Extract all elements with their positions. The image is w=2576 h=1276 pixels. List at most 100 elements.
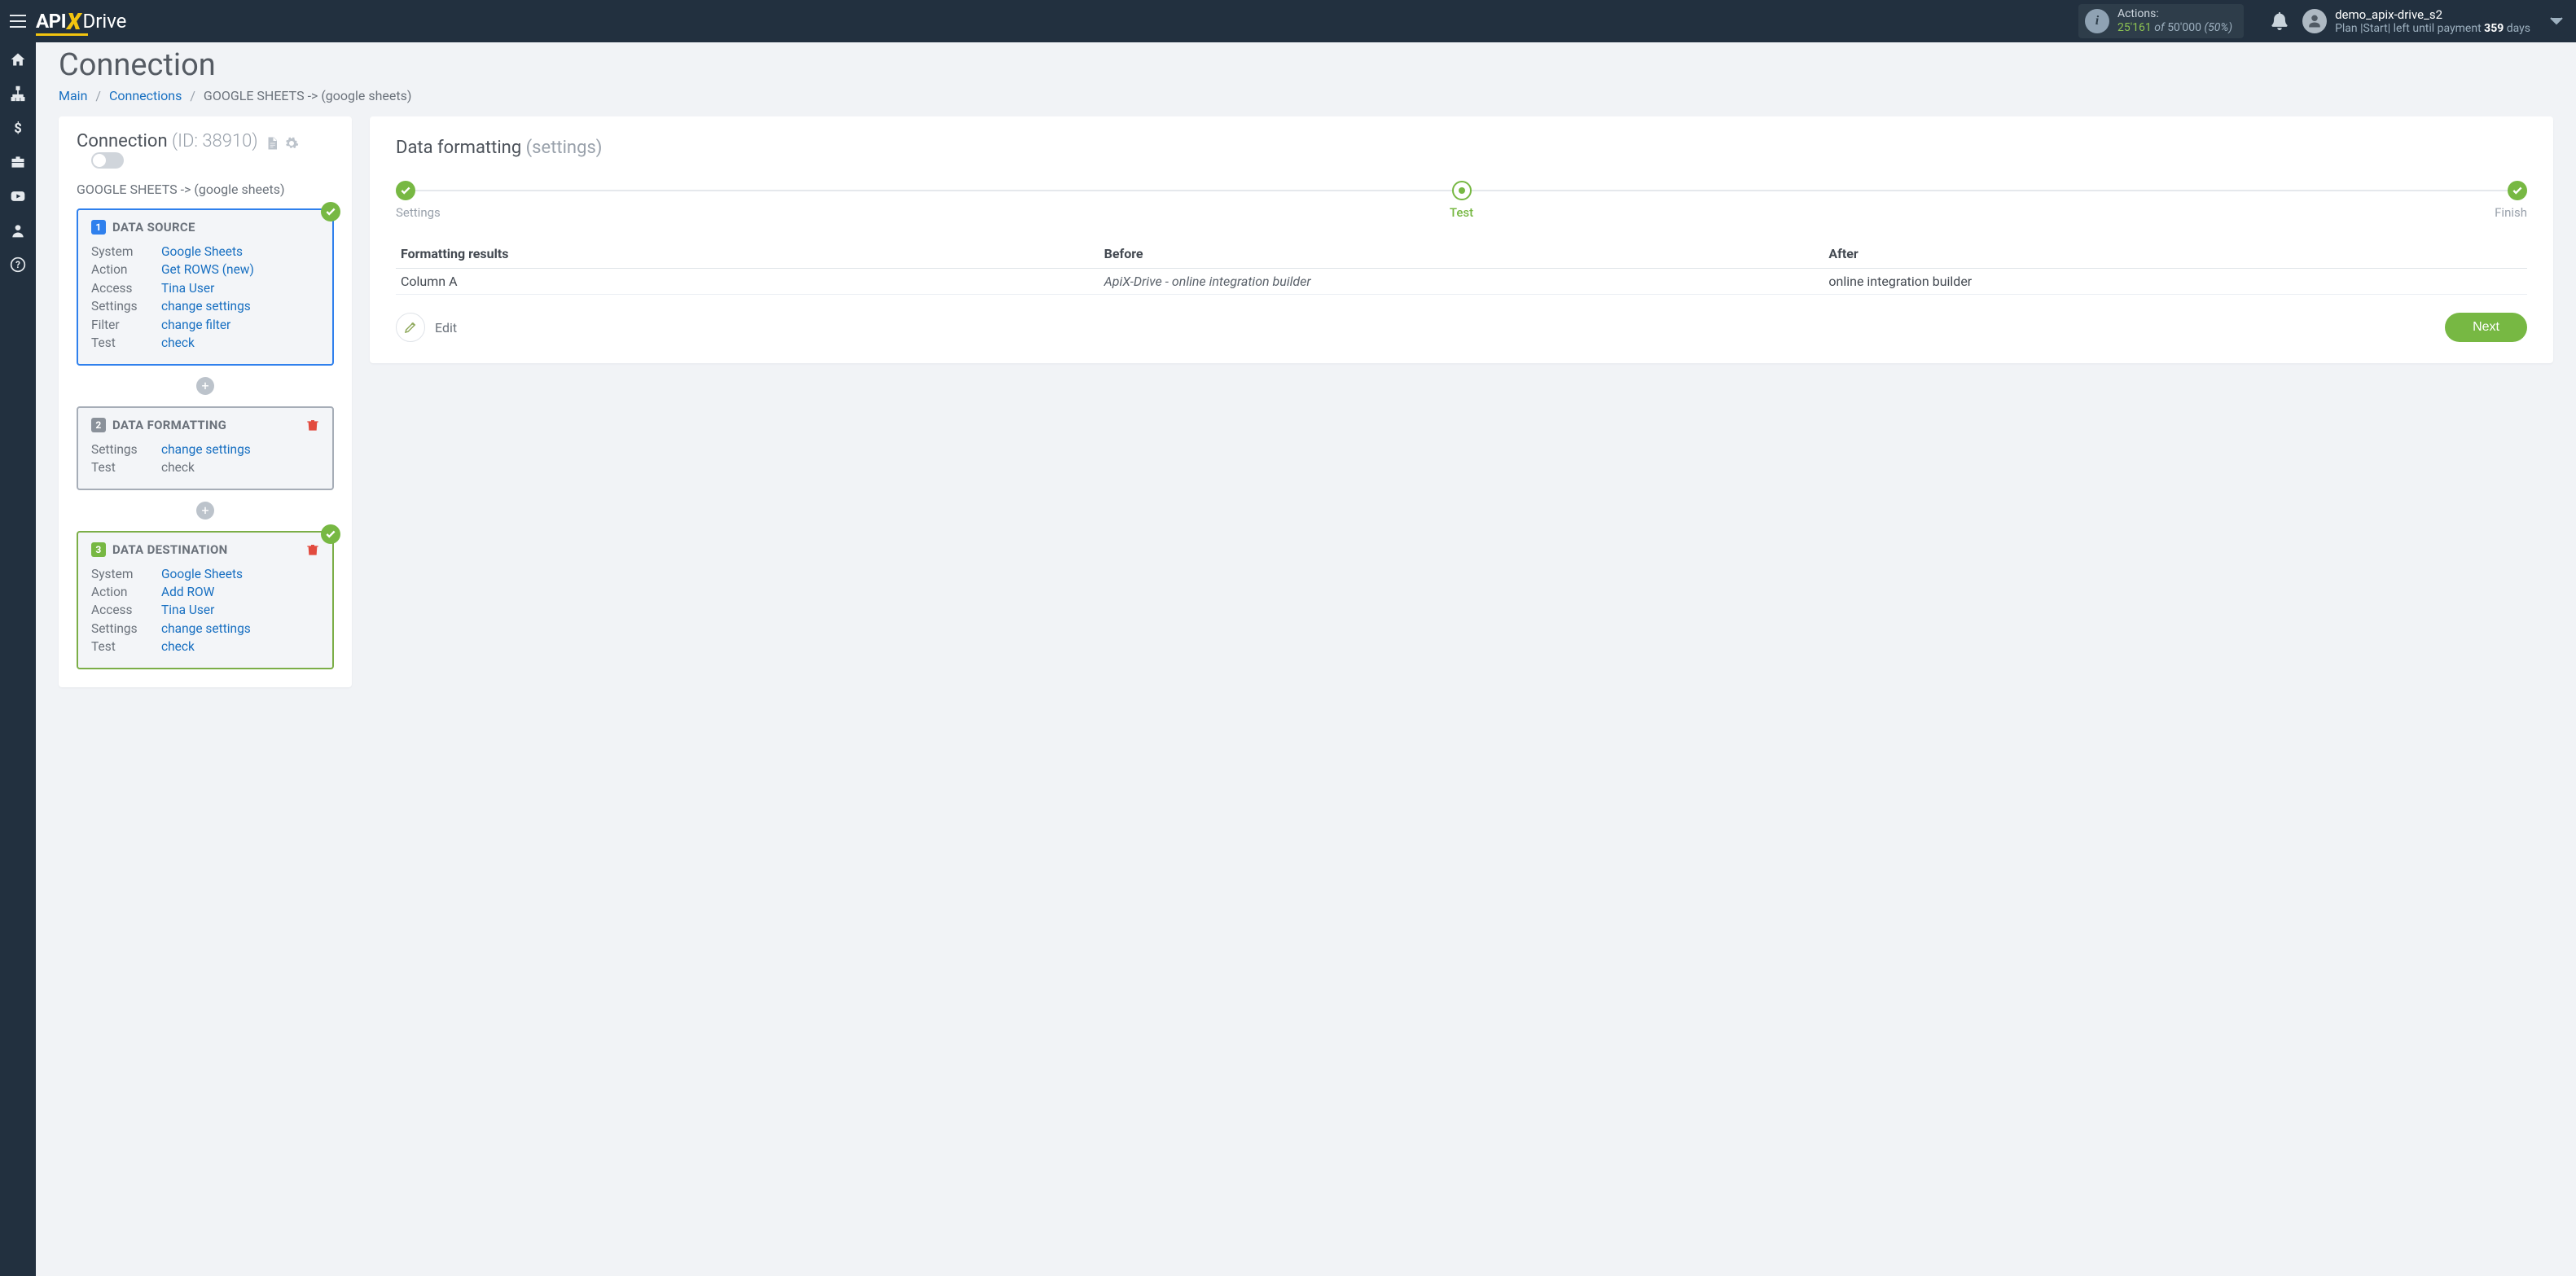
nav-help[interactable]: ? [0, 248, 36, 282]
dest-access[interactable]: Tina User [161, 601, 214, 619]
cell-after: online integration builder [1823, 269, 2527, 295]
edit-button[interactable] [396, 313, 425, 342]
topbar: API X Drive i Actions: 25'161 of 50'000 … [0, 0, 2576, 42]
check-icon [2508, 181, 2527, 200]
col-results: Formatting results [396, 239, 1099, 269]
connection-subtitle: GOOGLE SHEETS -> (google sheets) [77, 182, 334, 197]
dest-test-link[interactable]: check [161, 638, 195, 656]
question-icon: ? [10, 257, 26, 273]
source-settings-link[interactable]: change settings [161, 297, 251, 315]
logo-x: X [67, 8, 81, 35]
step-formatting-title: DATA FORMATTING [112, 418, 226, 432]
trash-icon [306, 418, 319, 432]
stepper-finish[interactable]: Finish [2462, 181, 2527, 220]
source-filter-link[interactable]: change filter [161, 316, 230, 334]
gear-icon[interactable] [284, 136, 299, 151]
document-icon[interactable] [265, 136, 279, 151]
nav-workspace[interactable] [0, 145, 36, 179]
delete-destination-button[interactable] [306, 542, 319, 557]
nav-connections[interactable] [0, 77, 36, 111]
nav-billing[interactable]: $ [0, 111, 36, 145]
step-source-title: DATA SOURCE [112, 220, 195, 235]
step-data-source[interactable]: 1DATA SOURCE SystemGoogle Sheets ActionG… [77, 208, 334, 366]
edit-label: Edit [435, 320, 457, 335]
connection-toggle[interactable] [91, 152, 124, 169]
source-system[interactable]: Google Sheets [161, 243, 243, 261]
check-icon [321, 202, 340, 221]
hamburger-icon [10, 15, 26, 28]
briefcase-icon [10, 154, 26, 170]
breadcrumb-connections[interactable]: Connections [109, 88, 182, 103]
youtube-icon [10, 188, 26, 204]
formatting-settings-link[interactable]: change settings [161, 441, 251, 458]
breadcrumb-main[interactable]: Main [59, 88, 87, 103]
logo[interactable]: API X Drive [36, 0, 126, 42]
sidenav: $ ? [0, 42, 36, 1276]
dollar-icon: $ [10, 120, 26, 136]
col-before: Before [1099, 239, 1824, 269]
user-caret[interactable] [2550, 17, 2563, 25]
avatar-icon [2302, 9, 2327, 33]
user-plan: Plan |Start| left until payment 359 days [2335, 22, 2530, 36]
trash-icon [306, 542, 319, 557]
stepper: Settings Test Finish [396, 181, 2527, 218]
actions-used: 25'161 [2117, 21, 2152, 34]
actions-label: Actions: [2117, 7, 2232, 21]
user-name: demo_apix-drive_s2 [2335, 7, 2530, 22]
menu-toggle[interactable] [0, 0, 36, 42]
breadcrumb-current: GOOGLE SHEETS -> (google sheets) [204, 88, 412, 103]
connection-id: (ID: 38910) [172, 131, 257, 151]
dest-system[interactable]: Google Sheets [161, 565, 243, 583]
cell-column: Column A [396, 269, 1099, 295]
chevron-down-icon [2550, 17, 2563, 25]
check-icon [396, 181, 415, 200]
user-menu[interactable]: demo_apix-drive_s2 Plan |Start| left unt… [2302, 7, 2530, 36]
current-step-icon [1452, 181, 1472, 200]
logo-drive: Drive [82, 10, 126, 33]
cell-before: ApiX-Drive - online integration builder [1099, 269, 1824, 295]
nav-profile[interactable] [0, 213, 36, 248]
source-access[interactable]: Tina User [161, 279, 214, 297]
page-title: Connection [59, 47, 2553, 83]
actions-of: of [2154, 21, 2164, 34]
panel-header: Data formatting (settings) [396, 138, 2527, 158]
panel-title: Data formatting [396, 138, 526, 158]
formatting-panel: Data formatting (settings) Settings Test [370, 116, 2553, 363]
connection-header: Connection (ID: 38910) [77, 131, 334, 169]
dest-action[interactable]: Add ROW [161, 583, 214, 601]
panel-subtitle: (settings) [526, 138, 603, 158]
source-action[interactable]: Get ROWS (new) [161, 261, 254, 278]
nav-video[interactable] [0, 179, 36, 213]
info-icon: i [2085, 9, 2109, 33]
actions-pct: (50%) [2204, 21, 2232, 34]
step-destination-title: DATA DESTINATION [112, 542, 228, 557]
add-step-button-2[interactable]: + [196, 502, 214, 520]
stepper-test[interactable]: Test [1429, 181, 1494, 220]
check-icon [321, 524, 340, 544]
logo-underline [36, 33, 88, 36]
logo-api: API [36, 10, 66, 33]
bell-icon [2271, 12, 2288, 30]
connection-card: Connection (ID: 38910) GOOGLE SHEETS -> … [59, 116, 352, 687]
source-test-link[interactable]: check [161, 334, 195, 352]
step-data-destination[interactable]: 3DATA DESTINATION SystemGoogle Sheets Ac… [77, 531, 334, 669]
results-table: Formatting results Before After Column A… [396, 239, 2527, 295]
notifications-button[interactable] [2271, 12, 2288, 30]
pencil-icon [403, 320, 418, 335]
stepper-settings[interactable]: Settings [396, 181, 461, 220]
table-row: Column A ApiX-Drive - online integration… [396, 269, 2527, 295]
step-data-formatting[interactable]: 2DATA FORMATTING Settingschange settings… [77, 406, 334, 490]
dest-settings-link[interactable]: change settings [161, 620, 251, 638]
sitemap-icon [10, 86, 26, 102]
svg-text:$: $ [14, 121, 22, 136]
formatting-test-link: check [161, 458, 195, 476]
nav-home[interactable] [0, 42, 36, 77]
edit-control[interactable]: Edit [396, 313, 457, 342]
add-step-button-1[interactable]: + [196, 377, 214, 395]
breadcrumb: Main / Connections / GOOGLE SHEETS -> (g… [59, 88, 2553, 103]
actions-counter[interactable]: i Actions: 25'161 of 50'000 (50%) [2078, 4, 2244, 38]
delete-formatting-button[interactable] [306, 418, 319, 432]
user-text: demo_apix-drive_s2 Plan |Start| left unt… [2335, 7, 2530, 36]
user-icon [10, 222, 26, 239]
next-button[interactable]: Next [2445, 313, 2527, 342]
